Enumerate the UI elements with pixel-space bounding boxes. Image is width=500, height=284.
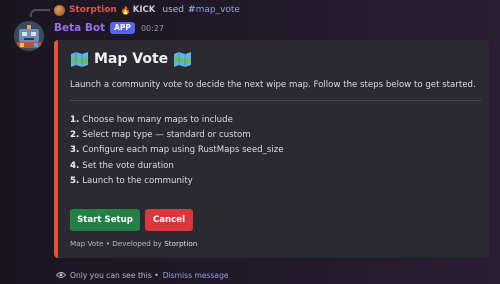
map-icon [71, 51, 88, 67]
embed-footer: Map Vote • Developed by Storption [70, 239, 197, 248]
eye-icon [56, 272, 66, 278]
app-badge: APP [110, 22, 135, 34]
embed-title-text: Map Vote [94, 51, 169, 67]
bot-avatar[interactable] [14, 21, 44, 51]
message-header: Beta Bot APP 00:27 [54, 21, 164, 35]
bot-name[interactable]: Beta Bot [54, 22, 105, 34]
step-item: 1. Choose how many maps to include [70, 113, 284, 128]
step-item: 4. Set the vote duration [70, 159, 284, 174]
map-icon [174, 51, 192, 67]
flame-icon: 🔥 [120, 5, 131, 15]
reply-username[interactable]: Storption [69, 5, 117, 15]
slash-command-icon: # [188, 5, 196, 15]
reply-command-name: map_vote [195, 5, 240, 15]
reply-tag-label: KICK [132, 5, 156, 15]
embed-card: Map Vote Launch a community vote to deci… [54, 40, 489, 258]
footer-prefix: Map Vote • Developed by [70, 239, 162, 248]
reply-used-label: used [162, 5, 185, 15]
embed-divider [70, 100, 481, 101]
step-text: Select map type — standard or custom [82, 130, 251, 141]
ephemeral-note: Only you can see this • [70, 270, 159, 280]
step-text: Choose how many maps to include [82, 115, 233, 125]
dismiss-message-link[interactable]: Dismiss message [163, 271, 229, 280]
embed-title: Map Vote [70, 51, 192, 67]
embed-description: Launch a community vote to decide the ne… [70, 80, 476, 90]
step-text: Configure each map using RustMaps seed_s… [82, 145, 284, 156]
step-text: Launch to the community [82, 175, 193, 186]
bot-avatar-image [14, 21, 44, 51]
footer-author: Storption [164, 239, 198, 248]
reply-user-tag: 🔥 KICK [121, 5, 156, 15]
step-number: 3. [70, 145, 80, 156]
message-timestamp[interactable]: 00:27 [141, 24, 164, 33]
step-number: 4. [70, 160, 80, 171]
step-number: 2. [70, 130, 80, 141]
step-item: 2. Select map type — standard or custom [70, 128, 284, 143]
bot-message: Storption 🔥 KICK used #map_vote Beta Bot… [0, 0, 500, 284]
start-setup-button[interactable]: Start Setup [70, 209, 140, 231]
reply-avatar[interactable] [54, 4, 65, 16]
reply-reference[interactable]: Storption 🔥 KICK used #map_vote [54, 3, 240, 17]
step-item: 5. Launch to the community [70, 174, 284, 189]
reply-connector [30, 9, 50, 17]
step-number: 1. [70, 115, 80, 125]
ephemeral-notice: Only you can see this • Dismiss message [56, 269, 229, 281]
step-text: Set the vote duration [82, 160, 174, 171]
setup-steps-list: 1. Choose how many maps to include 2. Sele… [70, 113, 284, 189]
cancel-button[interactable]: Cancel [145, 209, 193, 231]
step-item: 3. Configure each map using RustMaps seed… [70, 143, 284, 158]
step-number: 5. [70, 175, 80, 186]
reply-command[interactable]: #map_vote [188, 5, 240, 15]
